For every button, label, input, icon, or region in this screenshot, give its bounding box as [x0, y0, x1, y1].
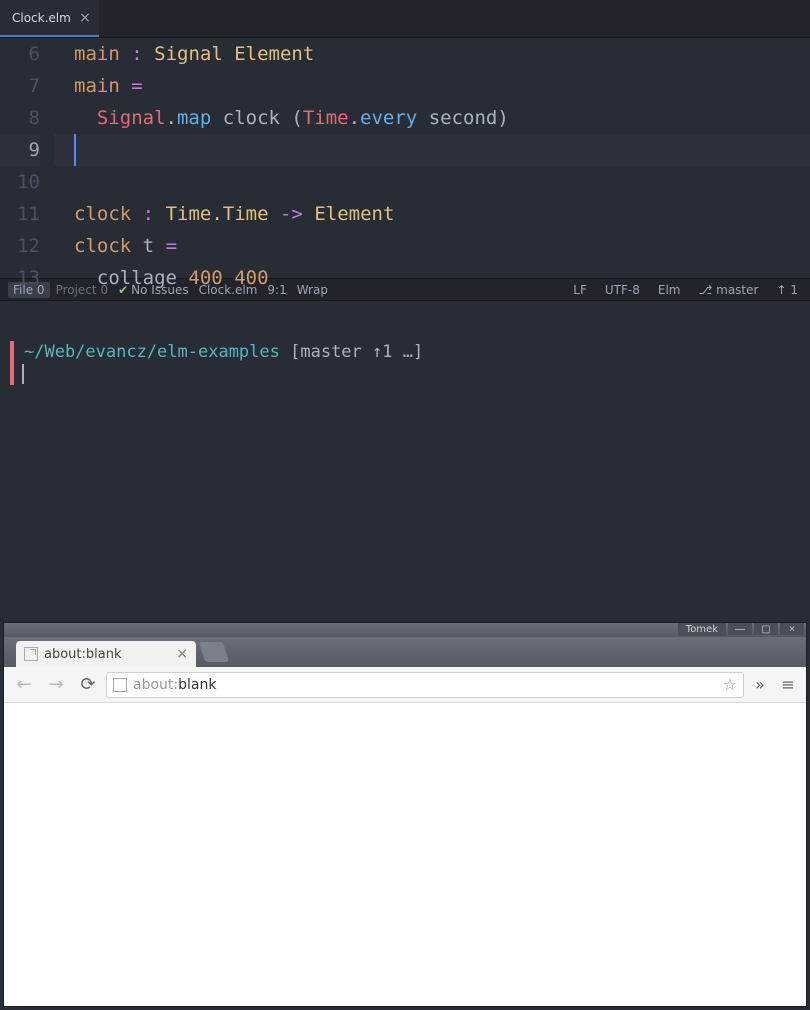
- line-number: 12: [0, 230, 40, 262]
- terminal-cwd: ~/Web/evancz/elm-examples: [24, 342, 280, 362]
- reload-button[interactable]: ⟳: [74, 671, 102, 699]
- browser-tab[interactable]: about:blank ×: [16, 641, 196, 667]
- browser-tab-strip: about:blank ×: [4, 637, 806, 667]
- browser-viewport[interactable]: [4, 703, 806, 1006]
- extensions-overflow-button[interactable]: »: [748, 673, 772, 697]
- browser-toolbar: ← → ⟳ about:blank ☆ » ≡: [4, 667, 806, 703]
- terminal-prompt: ~/Web/evancz/elm-examples [master ↑1 …]: [10, 341, 800, 385]
- page-icon: [113, 678, 127, 692]
- close-icon[interactable]: ×: [79, 10, 91, 26]
- terminal-cursor: [22, 364, 24, 384]
- browser-window: Tomek — ▢ × about:blank × ← → ⟳ about:bl…: [4, 623, 806, 1006]
- code-line[interactable]: clock : Time.Time -> Element: [54, 198, 810, 230]
- code-line[interactable]: main : Signal Element: [54, 38, 810, 70]
- line-number: 10: [0, 166, 40, 198]
- browser-profile-badge[interactable]: Tomek: [678, 623, 726, 636]
- line-number: 6: [0, 38, 40, 70]
- maximize-button[interactable]: ▢: [754, 623, 778, 635]
- editor-tab-bar: Clock.elm ×: [0, 0, 810, 38]
- editor-tab-title: Clock.elm: [12, 11, 71, 25]
- address-bar[interactable]: about:blank ☆: [106, 672, 744, 698]
- line-number: 8: [0, 102, 40, 134]
- close-icon[interactable]: ×: [176, 646, 188, 662]
- code-content[interactable]: main : Signal Element main = Signal.map …: [54, 38, 810, 294]
- url-protocol: about:: [133, 677, 178, 693]
- line-number: 13: [0, 262, 40, 294]
- code-line[interactable]: main =: [54, 70, 810, 102]
- code-line[interactable]: Signal.map clock (Time.every second): [54, 102, 810, 134]
- minimize-button[interactable]: —: [728, 623, 752, 635]
- line-number: 9: [0, 134, 40, 166]
- text-cursor: [74, 134, 76, 166]
- code-line[interactable]: collage 400 400: [54, 262, 810, 294]
- browser-tab-title: about:blank: [44, 647, 122, 662]
- new-tab-button[interactable]: [199, 642, 229, 662]
- bookmark-star-icon[interactable]: ☆: [723, 675, 737, 694]
- code-editor[interactable]: 6 7 8 9 10 11 12 13 main : Signal Elemen…: [0, 38, 810, 278]
- line-number: 11: [0, 198, 40, 230]
- line-number: 7: [0, 70, 40, 102]
- menu-button[interactable]: ≡: [776, 673, 800, 697]
- page-icon: [24, 647, 38, 661]
- browser-titlebar[interactable]: Tomek — ▢ ×: [4, 623, 806, 637]
- code-line[interactable]: clock t =: [54, 230, 810, 262]
- window-controls: — ▢ ×: [726, 623, 804, 635]
- url-rest: blank: [178, 677, 216, 693]
- terminal-panel[interactable]: ~/Web/evancz/elm-examples [master ↑1 …]: [0, 300, 810, 615]
- code-line[interactable]: [54, 134, 810, 166]
- line-number-gutter: 6 7 8 9 10 11 12 13: [0, 38, 54, 278]
- terminal-branch: [master ↑1 …]: [290, 342, 423, 362]
- close-window-button[interactable]: ×: [780, 623, 804, 635]
- forward-button[interactable]: →: [42, 671, 70, 699]
- back-button[interactable]: ←: [10, 671, 38, 699]
- editor-tab[interactable]: Clock.elm ×: [0, 0, 99, 37]
- prompt-bar: [10, 341, 14, 385]
- code-line[interactable]: [54, 166, 810, 198]
